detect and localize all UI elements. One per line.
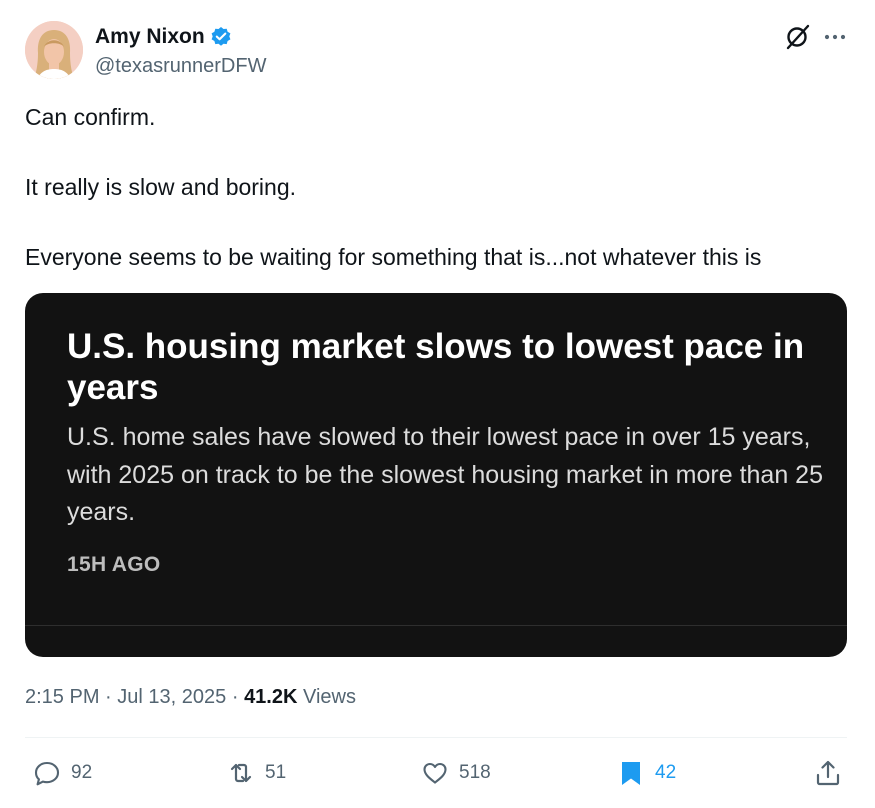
reply-button[interactable]: 92 [33,758,92,788]
views-label: Views [303,686,356,708]
meta-separator: · [231,686,239,708]
media-timestamp: 15H AGO [67,553,161,576]
meta-separator: · [105,686,112,708]
tweet-text-line-1: Can confirm. [25,104,156,130]
avatar[interactable] [25,21,83,79]
tweet-meta: 2:15 PM · Jul 13, 2025 · 41.2K Views [25,684,356,710]
tweet-time[interactable]: 2:15 PM [25,686,99,708]
author-name-text: Amy Nixon [95,25,205,48]
bookmark-count: 42 [655,762,677,783]
more-options-icon[interactable] [822,27,848,47]
repost-count: 51 [265,762,287,783]
reply-count: 92 [71,762,93,783]
media-headline: U.S. housing market slows to lowest pace… [67,327,805,407]
heart-icon [423,762,447,784]
author-name[interactable]: Amy Nixon [95,24,232,50]
grok-icon[interactable] [783,22,813,52]
reply-icon [34,761,60,786]
divider [25,737,847,738]
like-count: 518 [459,762,491,783]
tweet-text-line-3: Everyone seems to be waiting for somethi… [25,244,762,270]
bookmark-icon [622,762,640,785]
verified-badge-icon [210,26,232,48]
avatar-image [25,21,83,79]
views-count: 41.2K [244,686,298,708]
tweet-text-line-2: It really is slow and boring. [25,174,297,200]
bookmark-button[interactable]: 42 [617,758,676,788]
media-divider [25,625,847,626]
share-button[interactable] [814,758,842,788]
tweet-date[interactable]: Jul 13, 2025 [117,686,226,708]
repost-icon [230,763,252,783]
share-icon [816,760,840,786]
like-button[interactable]: 518 [421,758,491,788]
media-card[interactable]: U.S. housing market slows to lowest pace… [25,293,847,657]
author-handle[interactable]: @texasrunnerDFW [95,53,266,79]
media-body: U.S. home sales have slowed to their low… [67,423,823,526]
repost-button[interactable]: 51 [227,758,286,788]
